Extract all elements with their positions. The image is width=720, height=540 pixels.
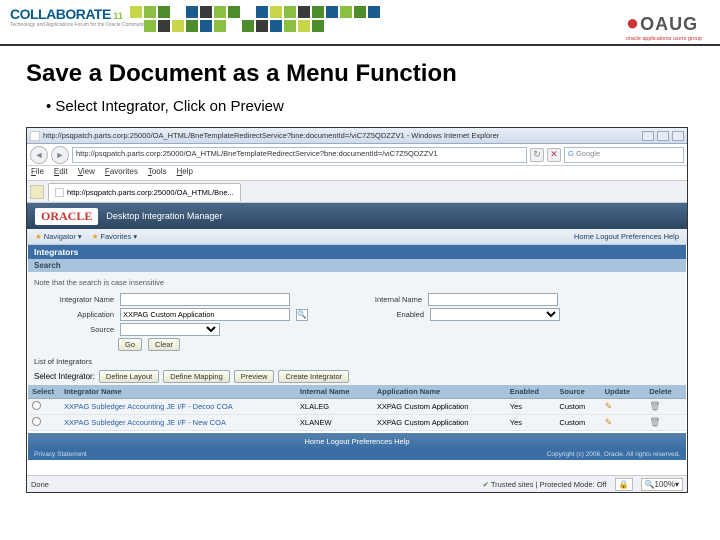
instruction-bullet: Select Integrator, Click on Preview <box>46 98 694 115</box>
stop-button[interactable]: ✕ <box>547 148 561 162</box>
favorites-menu[interactable]: ★Favorites ▾ <box>92 232 137 241</box>
update-icon[interactable]: ✎ <box>605 401 613 411</box>
define-mapping-button[interactable]: Define Mapping <box>163 370 230 383</box>
oaug-logo: ●OAUG oracle applications users group <box>626 10 702 42</box>
integrator-link[interactable]: XXPAG Subledger Accounting JE I/F - New … <box>64 418 226 427</box>
window-controls[interactable] <box>642 131 684 141</box>
delete-icon[interactable]: 🗑 <box>649 417 660 427</box>
forward-button[interactable]: ► <box>51 146 69 164</box>
collaborate-logo: COLLABORATE 11 Technology and Applicatio… <box>10 6 147 28</box>
source-select[interactable] <box>120 323 220 336</box>
row-select-radio[interactable] <box>32 401 41 410</box>
oracle-header: ORACLE Desktop Integration Manager <box>27 203 687 229</box>
integrators-header: Integrators <box>28 245 686 259</box>
refresh-button[interactable]: ↻ <box>530 148 544 162</box>
ie-titlebar: http://psqpatch.parts.corp:25000/OA_HTML… <box>27 128 687 144</box>
copyright: Privacy Statement Copyright (c) 2006, Or… <box>28 449 686 460</box>
status-text: Done <box>31 480 49 489</box>
page-title: Save a Document as a Menu Function <box>26 60 694 88</box>
oracle-subnav: ★Navigator ▾ ★Favorites ▾ Home Logout Pr… <box>27 229 687 245</box>
oracle-logo: ORACLE <box>35 208 98 225</box>
select-integrator-label: Select Integrator: <box>34 372 95 381</box>
ie-navbar: ◄ ► http://psqpatch.parts.corp:25000/OA_… <box>27 144 687 166</box>
delete-icon[interactable]: 🗑 <box>649 401 660 411</box>
table-row: XXPAG Subledger Accounting JE I/F - New … <box>28 415 686 431</box>
enabled-label: Enabled <box>344 310 424 319</box>
security-icon[interactable]: 🔒 <box>615 478 633 491</box>
integrators-table: Select Integrator Name Internal Name App… <box>28 385 686 431</box>
tab-favicon-icon <box>55 188 64 197</box>
integrator-link[interactable]: XXPAG Subledger Accounting JE I/F - Deco… <box>64 402 233 411</box>
clear-button[interactable]: Clear <box>148 338 180 351</box>
application-input[interactable] <box>120 308 290 321</box>
create-integrator-button[interactable]: Create Integrator <box>278 370 349 383</box>
search-note: Note that the search is case insensitive <box>34 276 680 291</box>
internal-name-input[interactable] <box>428 293 558 306</box>
screenshot-frame: http://psqpatch.parts.corp:25000/OA_HTML… <box>26 127 688 493</box>
app-footer-links[interactable]: Home Logout Preferences Help <box>28 433 686 449</box>
page-favicon-icon <box>30 131 40 141</box>
table-row: XXPAG Subledger Accounting JE I/F - Deco… <box>28 399 686 415</box>
enabled-select[interactable] <box>430 308 560 321</box>
browser-tab[interactable]: http://psqpatch.parts.corp:25000/OA_HTML… <box>48 183 241 201</box>
lov-icon[interactable]: 🔍 <box>296 309 308 321</box>
slide-header: COLLABORATE 11 Technology and Applicatio… <box>0 0 720 46</box>
global-links[interactable]: Home Logout Preferences Help <box>574 232 679 241</box>
ie-statusbar: Done ✔ Trusted sites | Protected Mode: O… <box>27 475 687 492</box>
back-button[interactable]: ◄ <box>30 146 48 164</box>
integrator-name-label: Integrator Name <box>34 295 114 304</box>
internal-name-label: Internal Name <box>342 295 422 304</box>
define-layout-button[interactable]: Define Layout <box>99 370 159 383</box>
favorites-icon[interactable] <box>30 185 44 199</box>
preview-button[interactable]: Preview <box>234 370 275 383</box>
address-bar[interactable]: http://psqpatch.parts.corp:25000/OA_HTML… <box>72 147 527 163</box>
list-header: List of Integrators <box>28 357 686 368</box>
integrator-name-input[interactable] <box>120 293 290 306</box>
source-label: Source <box>34 325 114 334</box>
zoom-control[interactable]: 🔍 100% ▾ <box>641 478 683 491</box>
go-button[interactable]: Go <box>118 338 142 351</box>
row-select-radio[interactable] <box>32 417 41 426</box>
browser-search-input[interactable]: G Google <box>564 147 684 163</box>
search-header: Search <box>28 259 686 272</box>
ie-tabstrip: http://psqpatch.parts.corp:25000/OA_HTML… <box>27 181 687 203</box>
decorative-squares <box>130 6 390 32</box>
update-icon[interactable]: ✎ <box>605 417 613 427</box>
navigator-menu[interactable]: ★Navigator ▾ <box>35 232 82 241</box>
ie-menu[interactable]: FileEditViewFavoritesToolsHelp <box>27 166 687 181</box>
trusted-sites-indicator: ✔ Trusted sites | Protected Mode: Off <box>483 480 607 489</box>
application-label: Application <box>34 310 114 319</box>
